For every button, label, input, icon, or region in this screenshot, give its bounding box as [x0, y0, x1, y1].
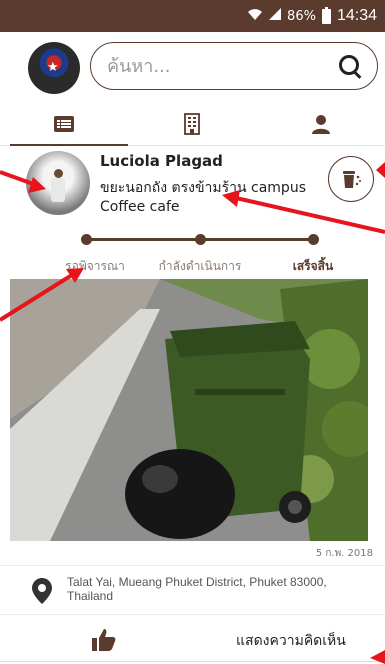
wifi-icon — [247, 7, 263, 25]
top-bar — [0, 32, 385, 102]
clock: 14:34 — [336, 7, 377, 24]
step-label-done: เสร็จสิ้น — [292, 259, 334, 273]
person-icon — [311, 114, 330, 134]
tab-profile[interactable] — [257, 102, 385, 145]
location-address: Talat Yai, Mueang Phuket District, Phuke… — [67, 575, 327, 603]
battery-percent: 86% — [287, 8, 316, 24]
signal-icon — [269, 8, 282, 24]
step-label-pending: รอพิจารณา — [65, 259, 125, 273]
user-avatar[interactable] — [28, 42, 80, 94]
location-pin-icon — [32, 578, 52, 604]
tab-organization[interactable] — [128, 102, 256, 145]
author-name[interactable]: Luciola Plagad — [100, 152, 223, 170]
search-icon[interactable] — [337, 53, 363, 79]
step-dot-in-progress — [195, 234, 206, 245]
like-thumbs-up-icon[interactable] — [92, 629, 116, 651]
delete-button[interactable] — [328, 156, 374, 202]
tab-bar — [0, 102, 385, 146]
status-progress: รอพิจารณา กำลังดำเนินการ เสร็จสิ้น — [0, 234, 385, 274]
author-avatar[interactable] — [26, 151, 90, 215]
trash-icon — [343, 171, 361, 188]
location-row: Talat Yai, Mueang Phuket District, Phuke… — [0, 565, 385, 615]
step-dot-pending — [81, 234, 92, 245]
list-icon — [54, 115, 75, 132]
step-label-in-progress: กำลังดำเนินการ — [158, 259, 242, 273]
step-dot-done — [308, 234, 319, 245]
status-bar: 86% 14:34 — [0, 0, 385, 32]
post-caption: ขยะนอกถัง ตรงข้ามร้าน campus Coffee cafe — [100, 180, 306, 215]
post-photo[interactable] — [10, 279, 368, 541]
search-bar[interactable] — [90, 42, 378, 90]
comment-button[interactable]: แสดงความคิดเห็น — [236, 630, 346, 652]
tab-feed[interactable] — [0, 102, 129, 146]
post-actions: แสดงความคิดเห็น — [0, 618, 385, 662]
post-date: 5 ก.พ. 2018 — [315, 548, 373, 559]
search-input[interactable] — [107, 55, 337, 77]
building-icon — [184, 112, 201, 135]
battery-icon — [321, 6, 331, 24]
